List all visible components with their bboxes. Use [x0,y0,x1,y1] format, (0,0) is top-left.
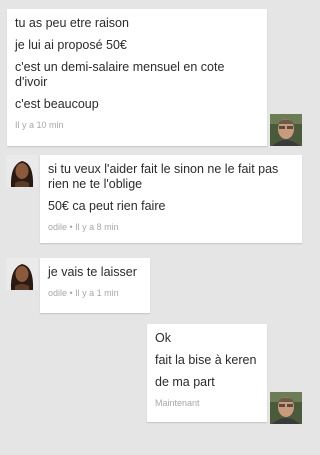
odile-avatar[interactable] [6,258,38,290]
message-text: Ok [155,331,171,345]
message-text: je lui ai proposé 50€ [15,38,127,52]
message-text: fait la bise à keren [155,353,257,367]
message-timestamp: Il y a 10 min [15,120,64,130]
message-text: tu as peu etre raison [15,16,129,30]
message-text: 50€ ca peut rien faire [48,199,166,213]
man-avatar[interactable] [270,114,302,146]
message-text: si tu veux l'aider fait le sinon ne le f… [48,162,279,191]
message-text: c'est un demi-salaire mensuel en cote d'… [15,60,225,89]
message-text: de ma part [155,375,215,389]
message-timestamp: Maintenant [155,398,200,408]
message-timestamp: odile • Il y a 1 min [48,288,119,298]
message-text: c'est beaucoup [15,97,99,111]
message-text: je vais te laisser [48,265,137,279]
message-bubble: tu as peu etre raison je lui ai proposé … [7,9,267,146]
message-timestamp: odile • Il y a 8 min [48,222,119,232]
man-avatar[interactable] [270,392,302,424]
message-bubble: si tu veux l'aider fait le sinon ne le f… [40,155,302,243]
message-bubble: je vais te laisser odile • Il y a 1 min [40,258,150,313]
message-bubble: Ok fait la bise à keren de ma part Maint… [147,324,267,422]
odile-avatar[interactable] [6,155,38,187]
